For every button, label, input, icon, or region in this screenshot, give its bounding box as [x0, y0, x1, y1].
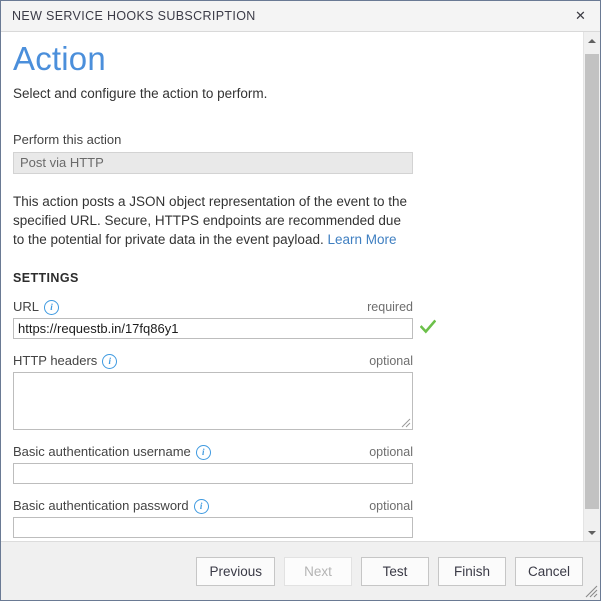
info-icon[interactable]: i	[193, 499, 209, 515]
field-http-headers-requirement: optional	[369, 353, 413, 368]
info-icon[interactable]: i	[195, 445, 211, 461]
arrow-up-glyph	[588, 38, 596, 43]
page-subtitle: Select and configure the action to perfo…	[13, 85, 268, 101]
basic-auth-password-input[interactable]	[13, 517, 413, 539]
test-button[interactable]: Test	[360, 556, 429, 586]
window-resize-grip-icon[interactable]	[584, 584, 598, 598]
field-url: URL i required	[13, 299, 571, 340]
valid-check-icon	[420, 319, 436, 334]
dialog-title: NEW SERVICE HOOKS SUBSCRIPTION	[12, 9, 256, 23]
field-basic-auth-username-label: Basic authentication username	[13, 444, 191, 460]
dialog-body: Action Select and configure the action t…	[1, 32, 600, 541]
action-description: This action posts a JSON object represen…	[13, 192, 413, 249]
field-basic-auth-password-label-row: Basic authentication password i optional	[13, 498, 413, 515]
dialog-footer: Previous Next Test Finish Cancel	[1, 541, 600, 600]
page-title: Action	[13, 40, 106, 77]
cancel-button[interactable]: Cancel	[514, 556, 583, 586]
perform-action-value: Post via HTTP	[13, 151, 413, 174]
field-http-headers-label-row: HTTP headers i optional	[13, 353, 413, 370]
finish-button[interactable]: Finish	[437, 556, 506, 586]
scroll-down-icon[interactable]	[584, 524, 600, 541]
field-http-headers-label: HTTP headers	[13, 353, 98, 369]
field-url-label-row: URL i required	[13, 299, 413, 316]
field-url-requirement: required	[367, 299, 413, 314]
field-url-label: URL	[13, 299, 40, 315]
http-headers-textarea[interactable]	[13, 372, 413, 431]
field-basic-auth-username-label-row: Basic authentication username i optional	[13, 444, 413, 461]
resize-grip-icon[interactable]	[399, 416, 411, 428]
basic-auth-username-input[interactable]	[13, 463, 413, 485]
new-service-hooks-subscription-dialog: NEW SERVICE HOOKS SUBSCRIPTION ✕ Action …	[0, 0, 601, 601]
scroll-content: Action Select and configure the action t…	[1, 32, 571, 541]
vertical-scrollbar[interactable]	[583, 32, 600, 541]
settings-heading: SETTINGS	[13, 271, 79, 286]
info-icon[interactable]: i	[44, 300, 60, 316]
next-button: Next	[283, 556, 352, 586]
scroll-up-icon[interactable]	[584, 32, 600, 49]
field-basic-auth-password: Basic authentication password i optional	[13, 498, 571, 539]
perform-action-label: Perform this action	[13, 131, 122, 147]
field-basic-auth-password-requirement: optional	[369, 498, 413, 513]
field-basic-auth-password-label: Basic authentication password	[13, 498, 189, 514]
arrow-down-glyph	[588, 530, 596, 535]
dialog-titlebar: NEW SERVICE HOOKS SUBSCRIPTION ✕	[1, 1, 600, 32]
url-input[interactable]	[13, 318, 413, 340]
field-basic-auth-username-label-group: Basic authentication username i	[13, 444, 211, 461]
close-icon[interactable]: ✕	[561, 1, 600, 30]
field-basic-auth-username: Basic authentication username i optional	[13, 444, 571, 485]
field-http-headers: HTTP headers i optional	[13, 353, 571, 431]
previous-button[interactable]: Previous	[196, 556, 275, 586]
field-url-label-group: URL i	[13, 299, 60, 316]
field-http-headers-label-group: HTTP headers i	[13, 353, 118, 370]
learn-more-link[interactable]: Learn More	[327, 232, 396, 247]
scrollbar-thumb[interactable]	[585, 54, 599, 509]
info-icon[interactable]: i	[102, 354, 118, 370]
field-url-input-row	[13, 314, 571, 340]
field-basic-auth-password-label-group: Basic authentication password i	[13, 498, 209, 515]
field-basic-auth-username-requirement: optional	[369, 444, 413, 459]
